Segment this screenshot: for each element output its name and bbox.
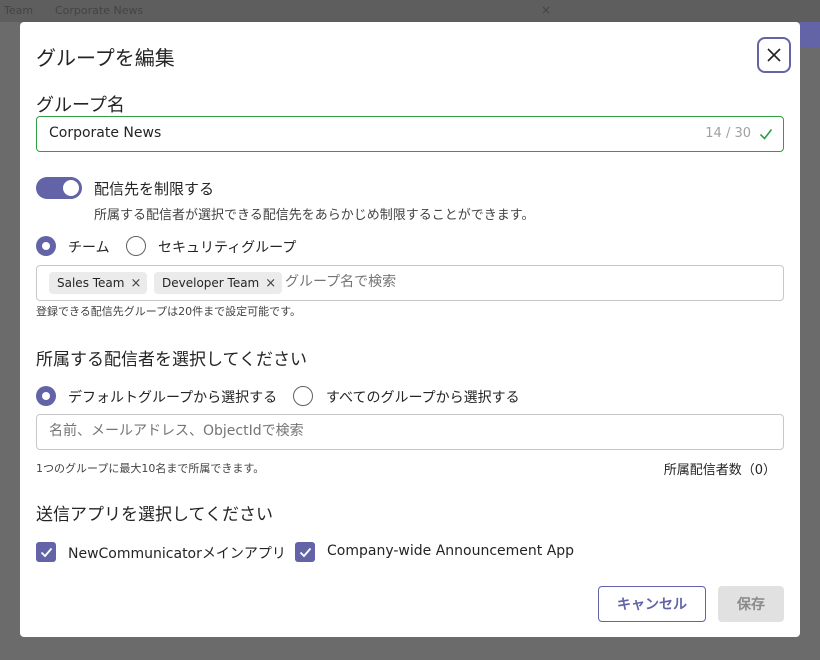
radio-all-groups[interactable] [293,386,313,406]
remove-tag-icon[interactable]: × [265,276,276,291]
background-tab: Team [4,4,34,17]
member-search-field[interactable] [36,414,784,450]
group-name-input[interactable] [49,125,649,141]
radio-security-group[interactable] [126,236,146,256]
group-name-field[interactable]: 14 / 30 [36,116,784,152]
checkbox-announcement-app-label[interactable]: Company-wide Announcement App [327,543,574,559]
background-title: Corporate News [55,4,144,17]
radio-default-group[interactable] [36,386,56,406]
members-section-title: 所属する配信者を選択してください [36,350,307,370]
cancel-button[interactable]: キャンセル [598,586,706,622]
dialog-title: グループを編集 [36,46,175,70]
target-group-field[interactable]: Sales Team × Developer Team × [36,265,784,301]
radio-team[interactable] [36,236,56,256]
char-counter: 14 / 30 [705,126,751,141]
toggle-knob [63,180,79,196]
restrict-description: 所属する配信者が選択できる配信先をあらかじめ制限することができます。 [94,208,535,223]
save-button[interactable]: 保存 [718,586,784,622]
radio-team-label[interactable]: チーム [68,237,110,257]
close-button[interactable] [757,37,791,73]
remove-tag-icon[interactable]: × [130,276,141,291]
close-icon [767,48,781,62]
member-search-input[interactable] [49,423,769,439]
checkmark-icon [40,547,52,557]
checkbox-main-app-label[interactable]: NewCommunicatorメインアプリ [68,543,286,563]
background-app-bar: Team Corporate News × [0,0,820,22]
restrict-toggle-label: 配信先を制限する [94,180,215,198]
edit-group-dialog: グループを編集 グループ名 14 / 30 配信先を制限する 所属する配信者が選… [20,22,800,637]
background-close-icon: × [541,3,552,17]
restrict-toggle[interactable] [36,177,82,199]
radio-default-group-label[interactable]: デフォルトグループから選択する [68,387,277,407]
tag-label: Sales Team [57,276,125,290]
target-limit-hint: 登録できる配信先グループは20件まで設定可能です。 [36,305,302,318]
checkmark-icon [759,129,773,140]
tag-sales-team: Sales Team × [49,272,148,294]
radio-all-groups-label[interactable]: すべてのグループから選択する [326,387,520,407]
tag-developer-team: Developer Team × [154,272,283,294]
radio-security-group-label[interactable]: セキュリティグループ [158,237,296,257]
checkmark-icon [299,547,311,557]
background-accent-block [800,22,820,48]
member-limit-hint: 1つのグループに最大10名まで所属できます。 [36,462,265,475]
group-search-input[interactable] [285,274,725,290]
group-name-label: グループ名 [36,95,125,116]
member-count: 所属配信者数（0） [663,463,776,478]
tag-label: Developer Team [162,276,260,290]
checkbox-main-app[interactable] [36,542,56,562]
apps-section-title: 送信アプリを選択してください [36,505,273,525]
checkbox-announcement-app[interactable] [295,542,315,562]
